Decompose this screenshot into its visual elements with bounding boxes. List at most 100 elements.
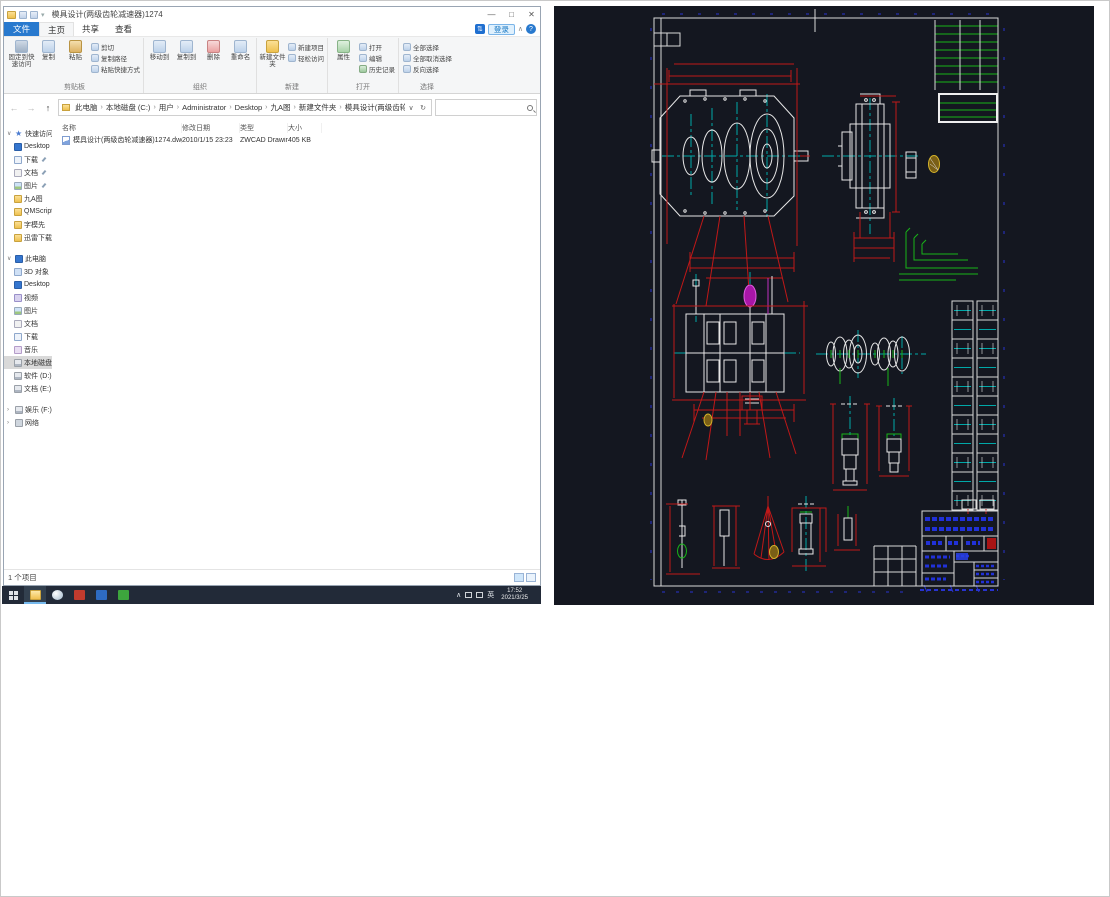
ribbon-button-small[interactable]: 全部取消选择: [403, 53, 452, 63]
ribbon-button-small[interactable]: 全部选择: [403, 42, 452, 52]
back-button[interactable]: ←: [7, 101, 21, 115]
chevron-down-icon[interactable]: ∨: [7, 130, 13, 137]
column-header[interactable]: 修改日期: [182, 122, 240, 133]
breadcrumb-segment[interactable]: Administrator: [180, 103, 228, 112]
sidebar-item[interactable]: › 网络: [4, 416, 52, 429]
tray-network-icon[interactable]: [465, 592, 473, 598]
breadcrumb-segment[interactable]: 此电脑: [73, 102, 100, 113]
breadcrumb-segment[interactable]: 九A图: [269, 102, 293, 113]
column-header[interactable]: 类型: [240, 122, 288, 133]
qat-properties-icon[interactable]: [19, 10, 27, 19]
ribbon-group-select: 全部选择 全部取消选择 反向选择 选择: [399, 38, 455, 93]
column-header[interactable]: 名称: [62, 122, 182, 133]
sidebar-item[interactable]: 图片: [4, 179, 52, 192]
history-icon: [359, 64, 367, 73]
ribbon-button[interactable]: 重命名: [227, 38, 254, 61]
collapse-ribbon-icon[interactable]: ∧: [518, 25, 523, 33]
ribbon-tab[interactable]: 主页: [39, 22, 75, 36]
column-header[interactable]: 大小: [288, 122, 322, 133]
breadcrumb-segment[interactable]: 本地磁盘 (C:): [104, 102, 153, 113]
search-input[interactable]: [435, 99, 537, 116]
hidden-icons-chevron[interactable]: ∧: [456, 591, 461, 599]
sidebar-item[interactable]: 视频: [4, 291, 52, 304]
tray-volume-icon[interactable]: [476, 592, 484, 598]
sidebar-item[interactable]: 图片: [4, 304, 52, 317]
file-row[interactable]: 模具设计(两级齿轮减速器)1274.dwg 2010/1/15 23:23 ZW…: [52, 134, 540, 146]
ribbon-button-small[interactable]: 历史记录: [359, 64, 395, 74]
taskbar-app-button[interactable]: [46, 586, 68, 604]
ribbon-button[interactable]: 固定到快速访问: [8, 38, 35, 68]
sidebar-item[interactable]: 3D 对象: [4, 265, 52, 278]
thumbnails-view-icon[interactable]: [526, 573, 536, 582]
navigation-pane: ∨ ★ 快速访问 Desktop 下载 文档 图片 九A图 QMScript 字…: [4, 121, 52, 569]
sidebar-item[interactable]: 迅雷下载: [4, 231, 52, 244]
breadcrumb-segment[interactable]: 模具设计(两级齿轮减速器)1274: [343, 102, 405, 113]
ribbon-button-small[interactable]: 新建项目: [288, 42, 324, 52]
taskbar-app-button[interactable]: [24, 586, 46, 604]
minimize-button[interactable]: —: [483, 8, 500, 22]
sidebar-item[interactable]: 文档: [4, 166, 52, 179]
start-button[interactable]: [2, 586, 24, 604]
breadcrumb-segment[interactable]: 用户: [157, 102, 176, 113]
ribbon-button[interactable]: 新建文件夹: [259, 38, 286, 68]
sidebar-item[interactable]: 下载: [4, 330, 52, 343]
sidebar-item[interactable]: Desktop: [4, 140, 52, 153]
cloud-login-button[interactable]: 登录: [487, 23, 515, 35]
taskbar-app-button[interactable]: [90, 586, 112, 604]
explorer-icon: [29, 590, 41, 600]
chevron-right-icon[interactable]: ›: [7, 420, 13, 426]
taskbar-app-button[interactable]: [68, 586, 90, 604]
ribbon-button[interactable]: 属性: [330, 38, 357, 61]
address-dropdown-icon[interactable]: ∨: [405, 104, 417, 112]
forward-button[interactable]: →: [24, 101, 38, 115]
sidebar-item[interactable]: › 娱乐 (F:): [4, 403, 52, 416]
sidebar-item[interactable]: 下载: [4, 153, 52, 166]
ribbon-tab[interactable]: 查看: [107, 22, 140, 36]
tab-file[interactable]: 文件: [4, 22, 40, 36]
ribbon-button-small[interactable]: 反向选择: [403, 64, 452, 74]
items-count: 1 个项目: [8, 573, 37, 582]
ribbon-button-small[interactable]: 剪切: [91, 42, 140, 52]
up-button[interactable]: ↑: [41, 101, 55, 115]
details-view-icon[interactable]: [514, 573, 524, 582]
ribbon-button-small[interactable]: 粘贴快捷方式: [91, 64, 140, 74]
sidebar-item[interactable]: 字模先: [4, 218, 52, 231]
ribbon-button-small[interactable]: 复制路径: [91, 53, 140, 63]
sidebar-item[interactable]: 文档: [4, 317, 52, 330]
file-list-empty-area[interactable]: [52, 146, 540, 569]
sidebar-item[interactable]: 软件 (D:): [4, 369, 52, 382]
ribbon-tab[interactable]: 共享: [74, 22, 107, 36]
qat-new-folder-icon[interactable]: [30, 10, 38, 19]
breadcrumb-segment[interactable]: 新建文件夹: [297, 102, 339, 113]
close-button[interactable]: ✕: [523, 8, 540, 22]
qat-customize-icon[interactable]: ▾: [41, 11, 45, 19]
copy-path-icon: [91, 53, 99, 62]
ribbon-button[interactable]: 复制: [35, 38, 62, 68]
explorer-window: ▾ 模具设计(两级齿轮减速器)1274 — □ ✕ 文件 主页 共享 查看 ⇅ …: [3, 6, 541, 586]
sidebar-item[interactable]: 本地磁盘 (C:): [4, 356, 52, 369]
ribbon-button[interactable]: 粘贴: [62, 38, 89, 68]
ribbon-button-small[interactable]: 编辑: [359, 53, 395, 63]
maximize-button[interactable]: □: [503, 8, 520, 22]
chevron-right-icon[interactable]: ›: [7, 407, 13, 413]
taskbar-clock[interactable]: 17:52 2021/3/25: [498, 588, 531, 602]
ribbon-button[interactable]: 移动到: [146, 38, 173, 61]
address-bar[interactable]: 此电脑 › 本地磁盘 (C:) › 用户 › Administrator › Deskt…: [58, 99, 432, 116]
ribbon-button[interactable]: 删除: [200, 38, 227, 61]
chevron-down-icon[interactable]: ∨: [7, 255, 13, 262]
ribbon-button-small[interactable]: 轻松访问: [288, 53, 324, 63]
sidebar-item[interactable]: QMScript: [4, 205, 52, 218]
sidebar-item[interactable]: 音乐: [4, 343, 52, 356]
taskbar-app-button[interactable]: [112, 586, 134, 604]
ribbon-button[interactable]: 复制到: [173, 38, 200, 61]
sidebar-item[interactable]: 九A图: [4, 192, 52, 205]
help-icon[interactable]: ?: [526, 24, 536, 34]
breadcrumb-segment[interactable]: Desktop: [233, 103, 265, 112]
sidebar-item[interactable]: Desktop: [4, 278, 52, 291]
sidebar-section-this-pc[interactable]: ∨ 此电脑: [4, 252, 52, 265]
refresh-icon[interactable]: ↻: [417, 104, 429, 112]
sidebar-section-quick-access[interactable]: ∨ ★ 快速访问: [4, 127, 52, 140]
ime-indicator[interactable]: 英: [487, 590, 494, 600]
ribbon-button-small[interactable]: 打开: [359, 42, 395, 52]
sidebar-item[interactable]: 文档 (E:): [4, 382, 52, 395]
